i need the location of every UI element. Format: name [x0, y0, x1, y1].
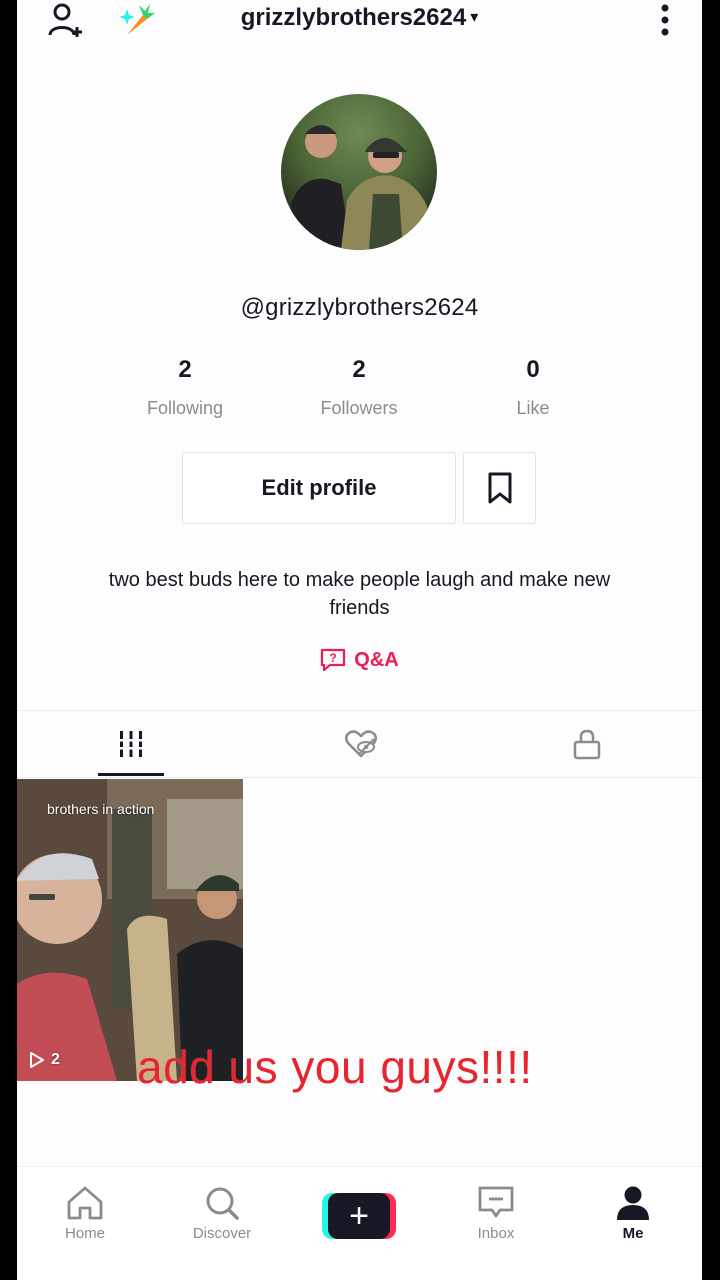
username-label: grizzlybrothers2624	[240, 4, 467, 31]
nav-home-label: Home	[64, 1225, 105, 1242]
tab-private[interactable]	[553, 711, 621, 777]
following-count: 2	[178, 356, 192, 383]
nav-discover[interactable]: Discover	[167, 1185, 277, 1242]
video-views: 2	[51, 1051, 60, 1068]
plus-icon: +	[328, 1193, 390, 1239]
liked-icon	[345, 730, 377, 758]
avatar[interactable]	[281, 94, 437, 250]
qa-link[interactable]: ? Q&A	[17, 648, 702, 672]
video-thumbnail[interactable]: brothers in action 2	[17, 779, 243, 1081]
edit-profile-button[interactable]: Edit profile	[182, 452, 456, 524]
followers-stat[interactable]: 2 Followers	[289, 356, 429, 419]
qa-label: Q&A	[354, 648, 399, 671]
tab-liked[interactable]	[327, 711, 395, 777]
active-tab-indicator	[98, 773, 164, 776]
overlay-caption: add us you guys!!!!	[137, 1041, 533, 1093]
likes-count: 0	[526, 356, 540, 383]
grid-icon	[117, 731, 145, 757]
following-stat[interactable]: 2 Following	[115, 356, 255, 419]
play-icon	[30, 1052, 44, 1068]
svg-text:?: ?	[330, 651, 337, 665]
followers-label: Followers	[320, 398, 398, 418]
me-icon	[617, 1186, 649, 1220]
video-view-count: 2	[29, 1051, 60, 1069]
nav-me-label: Me	[622, 1225, 644, 1242]
nav-home[interactable]: Home	[30, 1185, 140, 1242]
lock-icon	[573, 729, 601, 760]
nav-inbox[interactable]: Inbox	[441, 1185, 551, 1242]
inbox-icon	[478, 1186, 514, 1218]
nav-inbox-label: Inbox	[477, 1225, 515, 1242]
create-button[interactable]: +	[322, 1193, 396, 1239]
username-switcher[interactable]: grizzlybrothers2624 ▾	[17, 4, 702, 32]
profile-screen: grizzlybrothers2624 ▾ @grizzlybrothers262…	[17, 0, 702, 1280]
bio-text: two best buds here to make people laugh …	[108, 569, 611, 619]
tab-videos[interactable]	[97, 711, 165, 777]
profile-tabs	[17, 710, 702, 778]
bottom-nav: Home Discover + Inbox Me	[17, 1166, 702, 1280]
nav-me[interactable]: Me	[578, 1185, 688, 1242]
more-icon[interactable]	[648, 0, 682, 40]
home-icon	[67, 1186, 103, 1220]
nav-discover-label: Discover	[192, 1225, 252, 1242]
video-caption: brothers in action	[47, 801, 155, 817]
likes-label: Like	[516, 398, 550, 418]
discover-icon	[206, 1187, 239, 1220]
following-label: Following	[146, 398, 224, 418]
followers-count: 2	[352, 356, 366, 383]
qa-icon: ?	[321, 648, 346, 672]
video-preview-image	[17, 779, 243, 1081]
profile-handle: @grizzlybrothers2624	[240, 294, 479, 321]
likes-stat[interactable]: 0 Like	[463, 356, 603, 419]
favorites-button[interactable]	[463, 452, 536, 524]
chevron-down-icon: ▾	[470, 9, 479, 26]
bookmark-icon	[488, 472, 511, 504]
